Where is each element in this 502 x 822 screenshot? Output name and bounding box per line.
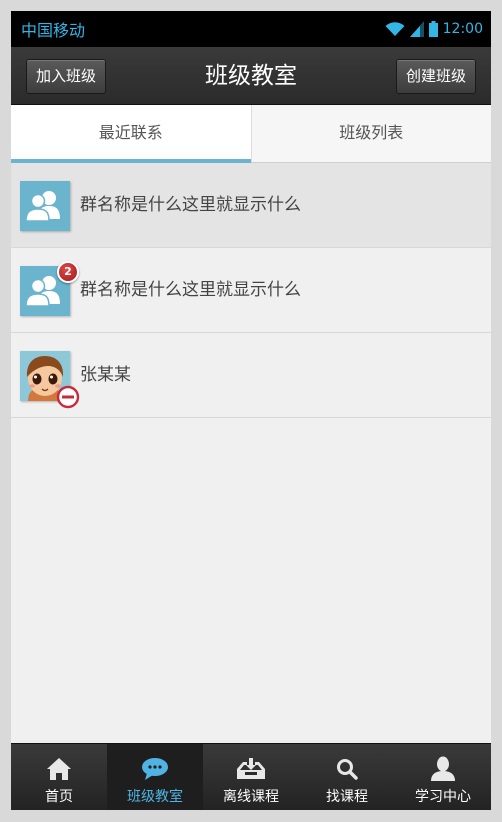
wifi-icon bbox=[385, 21, 405, 37]
nav-label: 班级教室 bbox=[127, 789, 183, 805]
tab-recent-contacts[interactable]: 最近联系 bbox=[11, 105, 251, 163]
join-class-button[interactable]: 加入班级 bbox=[26, 59, 107, 94]
search-icon bbox=[299, 755, 395, 783]
nav-home[interactable]: 首页 bbox=[11, 744, 107, 810]
group-name: 群名称是什么这里就显示什么 bbox=[80, 280, 301, 300]
group-name: 群名称是什么这里就显示什么 bbox=[80, 195, 301, 215]
status-indicators: 12:00 bbox=[385, 21, 483, 37]
signal-icon bbox=[409, 21, 424, 37]
tab-bar: 最近联系 班级列表 bbox=[11, 105, 491, 163]
list-item[interactable]: 群名称是什么这里就显示什么 bbox=[11, 163, 491, 248]
battery-icon bbox=[428, 21, 438, 37]
phone-screen: 中国移动 12:00 班级教室 加入班级 创建班级 最近联系 班级列表 群名称是… bbox=[11, 11, 491, 810]
carrier-name: 中国移动 bbox=[21, 21, 86, 40]
tab-class-list[interactable]: 班级列表 bbox=[250, 105, 492, 162]
nav-offline-courses[interactable]: 离线课程 bbox=[203, 744, 299, 810]
group-icon bbox=[20, 181, 70, 231]
status-bar: 中国移动 12:00 bbox=[11, 11, 491, 47]
home-icon bbox=[11, 755, 107, 783]
nav-find-courses[interactable]: 找课程 bbox=[299, 744, 395, 810]
nav-class-room[interactable]: 班级教室 bbox=[107, 744, 203, 810]
contact-list: 群名称是什么这里就显示什么 2 群名称是什么这里就显示什么 张某某 bbox=[11, 163, 491, 418]
chat-bubble-icon bbox=[107, 755, 203, 783]
user-icon bbox=[395, 755, 491, 783]
clock: 12:00 bbox=[442, 21, 483, 37]
create-class-button[interactable]: 创建班级 bbox=[395, 59, 476, 94]
unread-badge: 2 bbox=[57, 261, 79, 283]
title-bar: 班级教室 加入班级 创建班级 bbox=[11, 47, 491, 105]
contact-name: 张某某 bbox=[80, 365, 131, 385]
nav-label: 首页 bbox=[45, 789, 73, 805]
bottom-nav: 首页 班级教室 离线课程 找课程 学习中心 bbox=[11, 743, 491, 810]
download-tray-icon bbox=[203, 755, 299, 783]
nav-label: 离线课程 bbox=[223, 789, 279, 805]
list-item[interactable]: 2 群名称是什么这里就显示什么 bbox=[11, 248, 491, 333]
nav-label: 找课程 bbox=[326, 789, 368, 805]
nav-learning-center[interactable]: 学习中心 bbox=[395, 744, 491, 810]
list-item[interactable]: 张某某 bbox=[11, 333, 491, 418]
no-entry-icon bbox=[56, 385, 80, 409]
nav-label: 学习中心 bbox=[415, 789, 471, 805]
